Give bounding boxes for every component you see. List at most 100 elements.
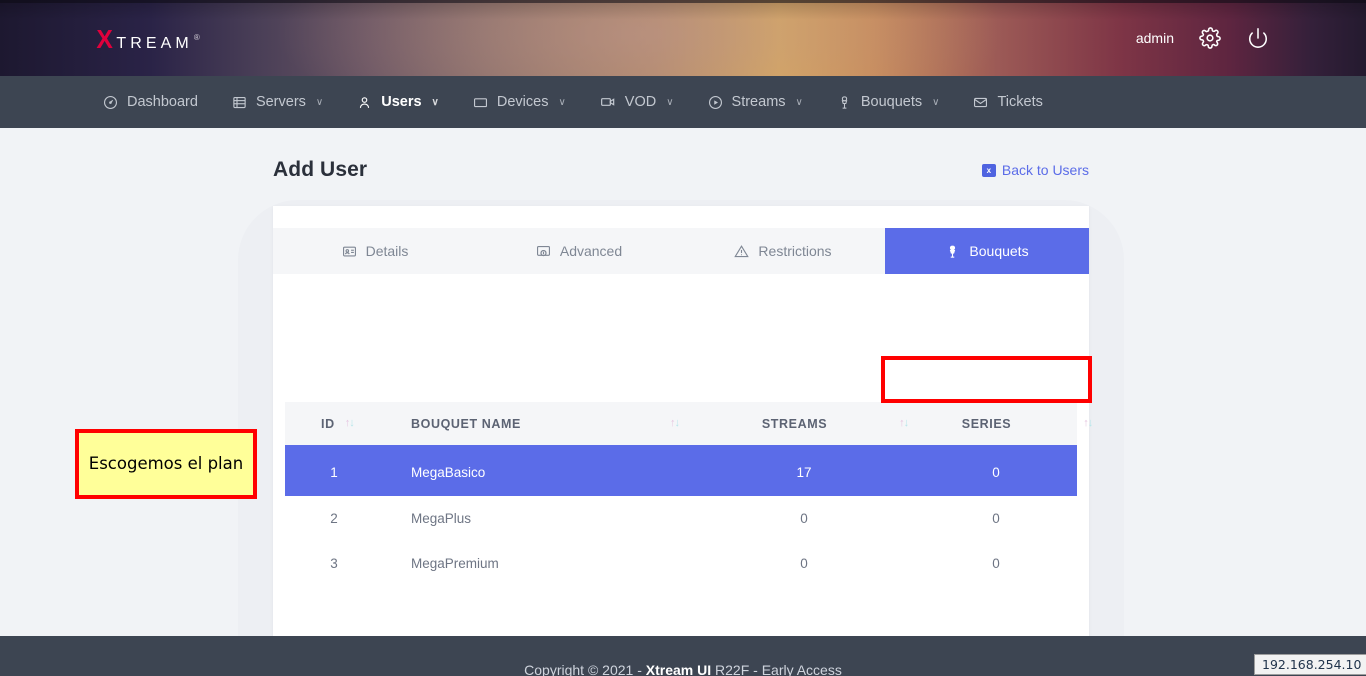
column-header-series[interactable]: SERIES ↑↓ xyxy=(915,416,1093,431)
logo-trademark: ® xyxy=(193,33,200,42)
nav-item-streams[interactable]: Streams ∨ xyxy=(691,76,820,128)
tab-label: Details xyxy=(365,243,409,259)
bouquets-table: ID ↑↓ BOUQUET NAME ↑↓ STREAMS ↑↓ SERIES … xyxy=(285,402,1093,586)
nav-label: Streams xyxy=(731,94,786,110)
cell-series: 0 xyxy=(992,464,1000,480)
back-arrow-icon: x xyxy=(981,163,996,177)
nav-item-servers[interactable]: Servers ∨ xyxy=(215,76,340,128)
table-header-row: ID ↑↓ BOUQUET NAME ↑↓ STREAMS ↑↓ SERIES … xyxy=(285,402,1093,448)
chevron-down-icon: ∨ xyxy=(315,96,324,108)
bouquet-icon xyxy=(945,244,960,259)
footer-brand: Xtream UI xyxy=(645,662,712,676)
tab-advanced[interactable]: Advanced xyxy=(477,228,681,274)
chevron-down-icon: ∨ xyxy=(431,96,439,108)
tab-details[interactable]: Details xyxy=(273,228,477,274)
sort-down-icon: ↓ xyxy=(903,417,909,429)
cell-name: MegaPlus xyxy=(411,511,472,526)
page-body: Add User x Back to Users Details Advance… xyxy=(0,128,1366,676)
nav-label: Devices xyxy=(496,94,549,110)
chevron-down-icon: ∨ xyxy=(558,96,566,108)
logo-x-mark: X xyxy=(96,24,113,54)
nav-item-dashboard[interactable]: Dashboard xyxy=(86,76,215,128)
nav-item-bouquets[interactable]: Bouquets ∨ xyxy=(820,76,957,128)
tab-bouquets[interactable]: Bouquets xyxy=(885,228,1089,274)
back-to-users-link[interactable]: x Back to Users xyxy=(981,162,1089,178)
nav-label: Servers xyxy=(255,94,306,110)
column-header-id[interactable]: ID ↑↓ xyxy=(285,417,393,431)
device-icon xyxy=(473,95,488,110)
video-icon xyxy=(600,94,616,110)
tab-label: Advanced xyxy=(559,243,623,259)
nav-label: VOD xyxy=(624,94,657,110)
tab-bar: Details Advanced Restrictions Bouquets xyxy=(273,228,1089,274)
table-row[interactable]: 2 MegaPlus 0 0 xyxy=(285,496,1077,541)
cell-name: MegaBasico xyxy=(411,464,486,480)
nav-item-tickets[interactable]: Tickets xyxy=(956,76,1059,128)
annotation-note: Escogemos el plan xyxy=(75,429,257,499)
nav-label: Tickets xyxy=(997,94,1043,110)
page-footer: Copyright © 2021 - Xtream UI R22F - Earl… xyxy=(0,636,1366,676)
sort-down-icon: ↓ xyxy=(674,417,680,429)
cell-series: 0 xyxy=(992,511,1000,526)
copyright-suffix: R22F - Early Access xyxy=(711,662,842,676)
table-row[interactable]: 1 MegaBasico 17 0 xyxy=(285,448,1077,496)
column-label: STREAMS xyxy=(761,416,828,431)
column-header-bouquet-name[interactable]: BOUQUET NAME ↑↓ xyxy=(393,417,693,431)
nav-item-devices[interactable]: Devices ∨ xyxy=(456,76,583,128)
sort-icon[interactable]: ↑↓ xyxy=(345,417,355,429)
mail-icon xyxy=(973,95,988,110)
page-header: Add User x Back to Users xyxy=(273,158,1089,182)
copyright-text: Copyright © 2021 - Xtream UI R22F - Earl… xyxy=(524,662,842,676)
copyright-prefix: Copyright © 2021 - xyxy=(524,662,646,676)
logo-wordmark: TREAM xyxy=(116,35,193,52)
xtream-logo[interactable]: X TREAM ® xyxy=(96,24,200,54)
chevron-down-icon: ∨ xyxy=(795,96,803,108)
add-user-card: Details Advanced Restrictions Bouquets I… xyxy=(273,206,1093,668)
advanced-icon xyxy=(536,244,551,259)
nav-item-users[interactable]: Users ∨ xyxy=(340,76,456,138)
brand-banner: X TREAM ® admin xyxy=(0,0,1366,76)
nav-label: Bouquets xyxy=(860,94,923,110)
cell-series: 0 xyxy=(992,556,1000,571)
power-icon[interactable] xyxy=(1246,26,1270,50)
cell-streams: 0 xyxy=(800,511,808,526)
cell-id: 2 xyxy=(330,511,338,526)
column-label: BOUQUET NAME xyxy=(411,416,521,431)
cell-name: MegaPremium xyxy=(411,556,499,571)
column-label: ID xyxy=(321,416,335,431)
bouquet-icon xyxy=(837,95,852,110)
nav-label: Users xyxy=(381,94,422,110)
cell-streams: 0 xyxy=(800,556,808,571)
nav-item-vod[interactable]: VOD ∨ xyxy=(583,76,691,128)
back-link-label: Back to Users xyxy=(1001,162,1089,178)
main-navigation: Dashboard Servers ∨ Users ∨ Devices ∨ VO… xyxy=(0,76,1366,138)
cell-streams: 17 xyxy=(796,464,812,480)
cell-id: 1 xyxy=(330,464,338,480)
sort-down-icon: ↓ xyxy=(1087,417,1093,429)
cell-id: 3 xyxy=(330,556,338,571)
id-card-icon xyxy=(342,244,357,259)
tab-restrictions[interactable]: Restrictions xyxy=(681,228,885,274)
page-title: Add User xyxy=(273,158,368,181)
tab-label: Restrictions xyxy=(758,243,832,259)
header-actions: admin xyxy=(1136,0,1270,76)
sort-icon[interactable]: ↑↓ xyxy=(670,417,680,429)
app-root: X TREAM ® admin Dashboard Servers ∨ User… xyxy=(0,0,1366,676)
play-circle-icon xyxy=(708,95,723,110)
column-header-streams[interactable]: STREAMS ↑↓ xyxy=(693,417,915,431)
servers-icon xyxy=(232,95,247,110)
warning-triangle-icon xyxy=(734,244,750,259)
ip-address-badge: 192.168.254.10 xyxy=(1254,654,1366,675)
table-row[interactable]: 3 MegaPremium 0 0 xyxy=(285,541,1077,586)
sort-icon[interactable]: ↑↓ xyxy=(899,417,909,429)
chevron-down-icon: ∨ xyxy=(932,96,940,108)
chevron-down-icon: ∨ xyxy=(666,96,674,108)
gear-icon[interactable] xyxy=(1198,26,1222,50)
nav-label: Dashboard xyxy=(127,94,198,110)
column-label: SERIES xyxy=(961,416,1012,431)
user-icon xyxy=(357,95,372,110)
admin-username[interactable]: admin xyxy=(1136,30,1174,46)
sort-down-icon: ↓ xyxy=(349,417,354,429)
sort-icon[interactable]: ↑↓ xyxy=(1083,417,1093,429)
tab-label: Bouquets xyxy=(969,243,1029,259)
